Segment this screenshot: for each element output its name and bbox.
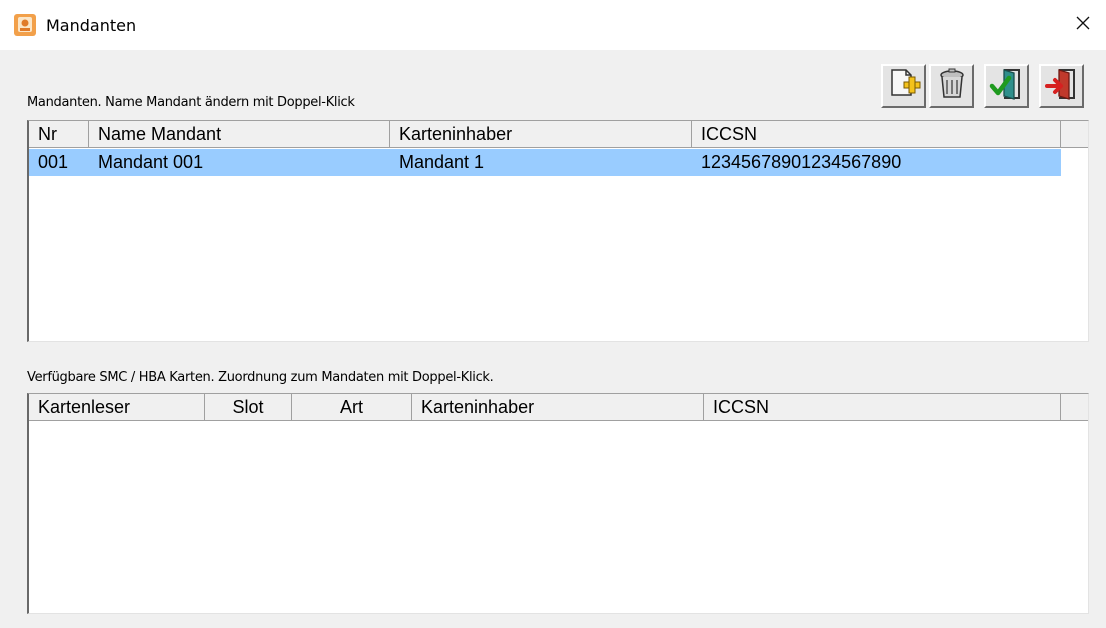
column-header-filler bbox=[1061, 121, 1088, 148]
column-header-iccsn[interactable]: ICCSN bbox=[704, 394, 1061, 421]
column-header-name-mandant[interactable]: Name Mandant bbox=[89, 121, 390, 148]
add-document-icon bbox=[887, 67, 921, 106]
karten-label: Verfügbare SMC / HBA Karten. Zuordnung z… bbox=[27, 370, 494, 385]
close-icon bbox=[1075, 15, 1091, 36]
column-header-nr[interactable]: Nr bbox=[29, 121, 89, 148]
mandanten-label: Mandanten. Name Mandant ändern mit Doppe… bbox=[27, 95, 355, 110]
karten-grid[interactable]: Kartenleser Slot Art Karteninhaber ICCSN bbox=[27, 393, 1089, 614]
close-button[interactable] bbox=[1060, 0, 1106, 50]
app-icon bbox=[13, 13, 37, 37]
window-title: Mandanten bbox=[46, 16, 137, 35]
column-header-kartenleser[interactable]: Kartenleser bbox=[29, 394, 205, 421]
cell-nr: 001 bbox=[38, 152, 69, 172]
cell-karteninhaber: Mandant 1 bbox=[399, 152, 485, 172]
accept-exit-icon bbox=[989, 66, 1025, 107]
trash-icon bbox=[935, 67, 969, 106]
column-header-iccsn[interactable]: ICCSN bbox=[692, 121, 1061, 148]
add-mandant-button[interactable] bbox=[881, 64, 926, 108]
grid-header: Nr Name Mandant Karteninhaber ICCSN bbox=[29, 121, 1088, 148]
column-header-karteninhaber[interactable]: Karteninhaber bbox=[390, 121, 692, 148]
column-header-art[interactable]: Art bbox=[292, 394, 412, 421]
grid-header: Kartenleser Slot Art Karteninhaber ICCSN bbox=[29, 394, 1088, 421]
column-header-slot[interactable]: Slot bbox=[205, 394, 292, 421]
title-bar[interactable]: Mandanten bbox=[0, 0, 1106, 50]
delete-mandant-button[interactable] bbox=[929, 64, 974, 108]
cell-name-mandant: Mandant 001 bbox=[98, 152, 204, 172]
column-header-filler bbox=[1061, 394, 1088, 421]
cancel-exit-icon bbox=[1044, 66, 1080, 107]
mandanten-grid[interactable]: Nr Name Mandant Karteninhaber ICCSN 001 … bbox=[27, 120, 1089, 342]
column-header-karteninhaber[interactable]: Karteninhaber bbox=[412, 394, 704, 421]
table-row[interactable]: 001 Mandant 001 Mandant 1 12345678901234… bbox=[29, 149, 1061, 176]
mandanten-window: Mandanten Mandanten. Name Mandant ändern… bbox=[0, 0, 1106, 628]
confirm-exit-button[interactable] bbox=[984, 64, 1029, 108]
cancel-exit-button[interactable] bbox=[1039, 64, 1084, 108]
cell-iccsn: 12345678901234567890 bbox=[701, 152, 902, 172]
